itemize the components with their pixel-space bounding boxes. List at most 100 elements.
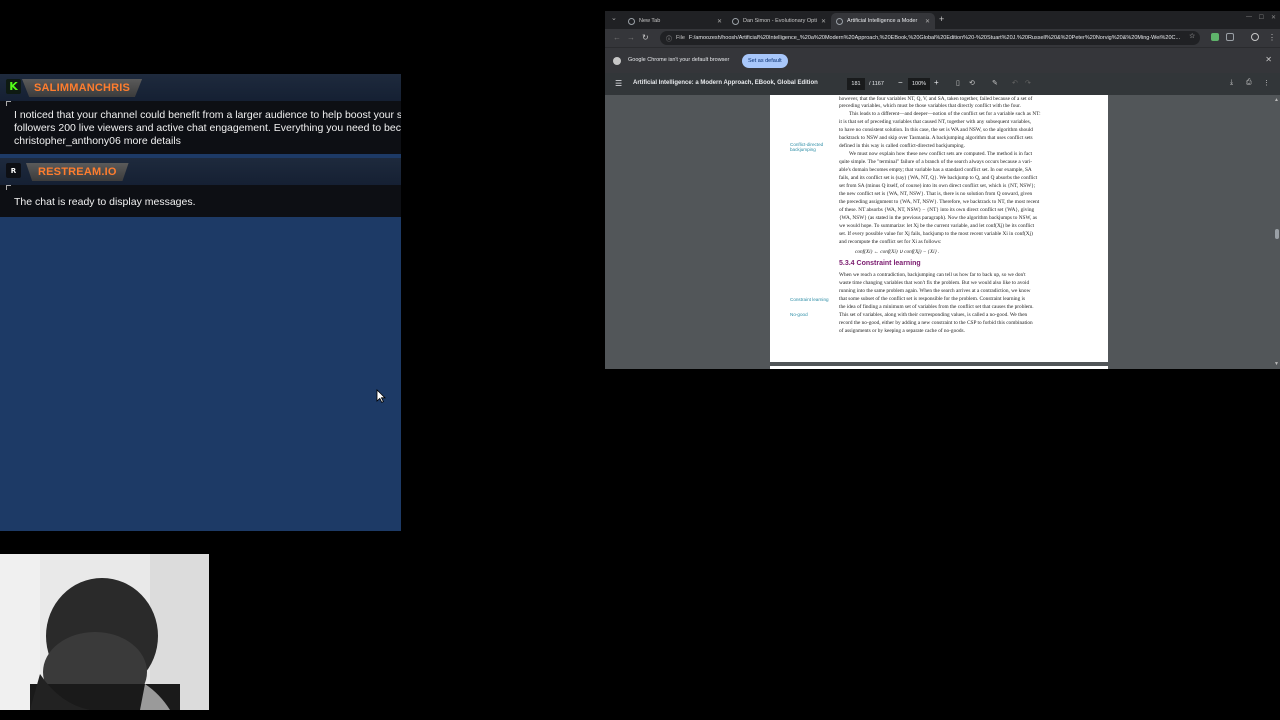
pdf-text-line: We must now explain how these new confli… xyxy=(849,151,1033,157)
pdf-text-line: the preceding assignment to {WA, NT, NSW… xyxy=(839,199,1040,205)
maximize-icon[interactable]: ☐ xyxy=(1259,14,1264,21)
pdf-text-line: This set of variables, along with their … xyxy=(839,312,1028,318)
set-as-default-button[interactable]: Set as default xyxy=(742,54,788,68)
kick-icon: K xyxy=(6,79,21,94)
scroll-down-icon[interactable]: ▼ xyxy=(1274,361,1279,367)
pdf-text-line: that some subset of the conflict set is … xyxy=(839,296,1026,302)
minimize-icon[interactable]: — xyxy=(1246,14,1252,20)
new-tab-icon[interactable]: + xyxy=(939,14,944,24)
restream-icon: R xyxy=(6,163,21,178)
pdf-text-line: This leads to a different—and deeper—not… xyxy=(849,111,1041,117)
page-number-input[interactable]: 181 xyxy=(847,78,865,90)
address-bar[interactable]: ⓘ File F:/amoozesh/hoosh/Artificial%20In… xyxy=(660,31,1200,45)
tab-strip: ⌄ New Tab ✕ Dan Simon - Evolutionary Opt… xyxy=(605,11,1280,29)
pdf-text-line: it is that set of preceding variables th… xyxy=(839,119,1032,125)
pdf-text-line: of assignments or by keeping a separate … xyxy=(839,328,965,334)
tab-title: Dan Simon - Evolutionary Opti xyxy=(743,18,817,24)
window-close-icon[interactable]: ✕ xyxy=(1271,14,1276,21)
pdf-text-line: running into the same problem again. Whe… xyxy=(839,288,1031,294)
pdf-text-line: we would hope. To summarize: let Xj be t… xyxy=(839,223,1035,229)
annotate-icon[interactable]: ✎ xyxy=(992,79,998,87)
side-panel-icon[interactable] xyxy=(1226,33,1234,41)
chat-message-text: The chat is ready to display messages. xyxy=(14,196,401,209)
chat-message: R RESTREAM.IO The chat is ready to displ… xyxy=(0,158,401,217)
pdf-text-line: defined in this way is called conflict-d… xyxy=(839,143,965,149)
margin-note: Constraint learning xyxy=(790,297,829,302)
fit-page-icon[interactable]: ▯ xyxy=(956,79,960,87)
info-icon[interactable]: ⓘ xyxy=(666,34,672,43)
pdf-text-line: of these. NT absorbs {WA, NT, NSW} − {NT… xyxy=(839,207,1035,213)
zoom-in-icon[interactable]: + xyxy=(934,78,939,87)
chat-message-line: I noticed that your channel could benefi… xyxy=(14,109,401,121)
default-browser-infobar: Google Chrome isn't your default browser… xyxy=(605,47,1280,73)
reload-icon[interactable]: ↻ xyxy=(642,33,649,42)
pdf-page: Conflict-directed backjumping Constraint… xyxy=(770,95,1108,362)
pdf-text-line: waste time changing variables that won't… xyxy=(839,280,1030,286)
pdf-text-line: fails, and its conflict set is (say) {WA… xyxy=(839,175,1038,181)
pdf-formula: conf(Xi) ← conf(Xi) ∪ conf(Xj) − {Xi} . xyxy=(855,249,940,255)
pdf-toolbar: ☰ Artificial Intelligence: a Modern Appr… xyxy=(605,73,1280,95)
zoom-out-icon[interactable]: − xyxy=(898,78,903,87)
pdf-text-line: quite simple. The "terminal" failure of … xyxy=(839,159,1033,165)
browser-window: ⌄ New Tab ✕ Dan Simon - Evolutionary Opt… xyxy=(605,11,1280,369)
pdf-text-line: preceding variables, which must be those… xyxy=(839,103,1021,109)
tab-artificial-intelligence[interactable]: Artificial Intelligence a Moder ✕ xyxy=(831,13,935,29)
page-total: / 1167 xyxy=(869,81,884,87)
pdf-text-line: record the no-good, either by adding a n… xyxy=(839,320,1033,326)
pdf-viewport[interactable]: Conflict-directed backjumping Constraint… xyxy=(605,95,1280,369)
zoom-level-input[interactable]: 100% xyxy=(908,78,930,90)
bookmark-star-icon[interactable]: ☆ xyxy=(1189,32,1195,40)
profile-avatar-icon[interactable] xyxy=(1251,33,1259,41)
message-corner-icon xyxy=(6,185,11,190)
chat-message-line: christopher_anthony06 more details xyxy=(14,135,181,147)
mouse-cursor-icon xyxy=(376,389,386,403)
scrollbar-thumb[interactable] xyxy=(1275,229,1279,239)
pdf-text-line: and recompute the conflict set for Xi as… xyxy=(839,239,942,245)
section-heading: 5.3.4 Constraint learning xyxy=(839,260,921,267)
file-scheme-label: File xyxy=(676,35,685,41)
pdf-text-line: the new conflict set is {WA, NT, NSW}. T… xyxy=(839,191,1033,197)
close-icon[interactable]: ✕ xyxy=(925,18,930,25)
pdf-text-line: When we reach a contradiction, backjumpi… xyxy=(839,272,1026,278)
tab-dan-simon[interactable]: Dan Simon - Evolutionary Opti ✕ xyxy=(727,13,831,29)
hamburger-menu-icon[interactable]: ☰ xyxy=(615,79,622,88)
chat-message-line: followers 200 live viewers and active ch… xyxy=(14,122,401,134)
chrome-tab-icon xyxy=(628,17,635,25)
globe-icon xyxy=(836,17,843,25)
tab-title: Artificial Intelligence a Moder xyxy=(847,18,918,24)
margin-note: Conflict-directed backjumping xyxy=(790,142,824,152)
more-options-icon[interactable]: ⋮ xyxy=(1263,79,1270,87)
infobar-close-icon[interactable]: ✕ xyxy=(1265,55,1272,64)
forward-icon[interactable]: → xyxy=(627,33,635,42)
chat-message: K SALIMMANCHRIS I noticed that your chan… xyxy=(0,74,401,154)
close-icon[interactable]: ✕ xyxy=(717,18,722,25)
close-icon[interactable]: ✕ xyxy=(821,18,826,25)
pdf-title: Artificial Intelligence: a Modern Approa… xyxy=(633,80,818,86)
chrome-logo-icon xyxy=(613,57,621,65)
tab-title: New Tab xyxy=(639,18,661,24)
pdf-text-line: however, that the four variables NT, Q, … xyxy=(839,96,1033,102)
chat-username: SALIMMANCHRIS xyxy=(22,79,143,97)
globe-icon xyxy=(732,17,739,25)
tab-new-tab[interactable]: New Tab ✕ xyxy=(623,13,727,29)
webcam-feed xyxy=(0,554,209,710)
download-icon[interactable]: ⤓ xyxy=(1230,79,1233,87)
tab-search-icon[interactable]: ⌄ xyxy=(611,14,617,22)
chat-overlay: K SALIMMANCHRIS I noticed that your chan… xyxy=(0,74,401,531)
pdf-next-page xyxy=(770,366,1108,369)
redo-icon[interactable]: ↷ xyxy=(1025,79,1031,87)
navigation-bar: ← → ↻ ⓘ File F:/amoozesh/hoosh/Artificia… xyxy=(605,29,1280,47)
message-corner-icon xyxy=(6,101,11,106)
scroll-up-icon[interactable]: ▲ xyxy=(1274,97,1279,103)
extension-icon[interactable] xyxy=(1211,33,1219,41)
menu-kebab-icon[interactable]: ⋮ xyxy=(1268,33,1276,42)
rotate-icon[interactable]: ⟲ xyxy=(969,79,975,87)
pdf-text-line: {WA, NSW} (as stated in the previous par… xyxy=(839,215,1038,221)
pdf-text-line: set. If every possible value for Xj fail… xyxy=(839,231,1033,237)
back-icon[interactable]: ← xyxy=(613,33,621,42)
pdf-text-line: the idea of finding a minimum set of var… xyxy=(839,304,1034,310)
pdf-text-line: able's domain becomes empty; that variab… xyxy=(839,167,1032,173)
undo-icon[interactable]: ↶ xyxy=(1012,79,1018,87)
print-icon[interactable]: ⎙ xyxy=(1246,79,1252,87)
webcam-image xyxy=(0,554,209,710)
